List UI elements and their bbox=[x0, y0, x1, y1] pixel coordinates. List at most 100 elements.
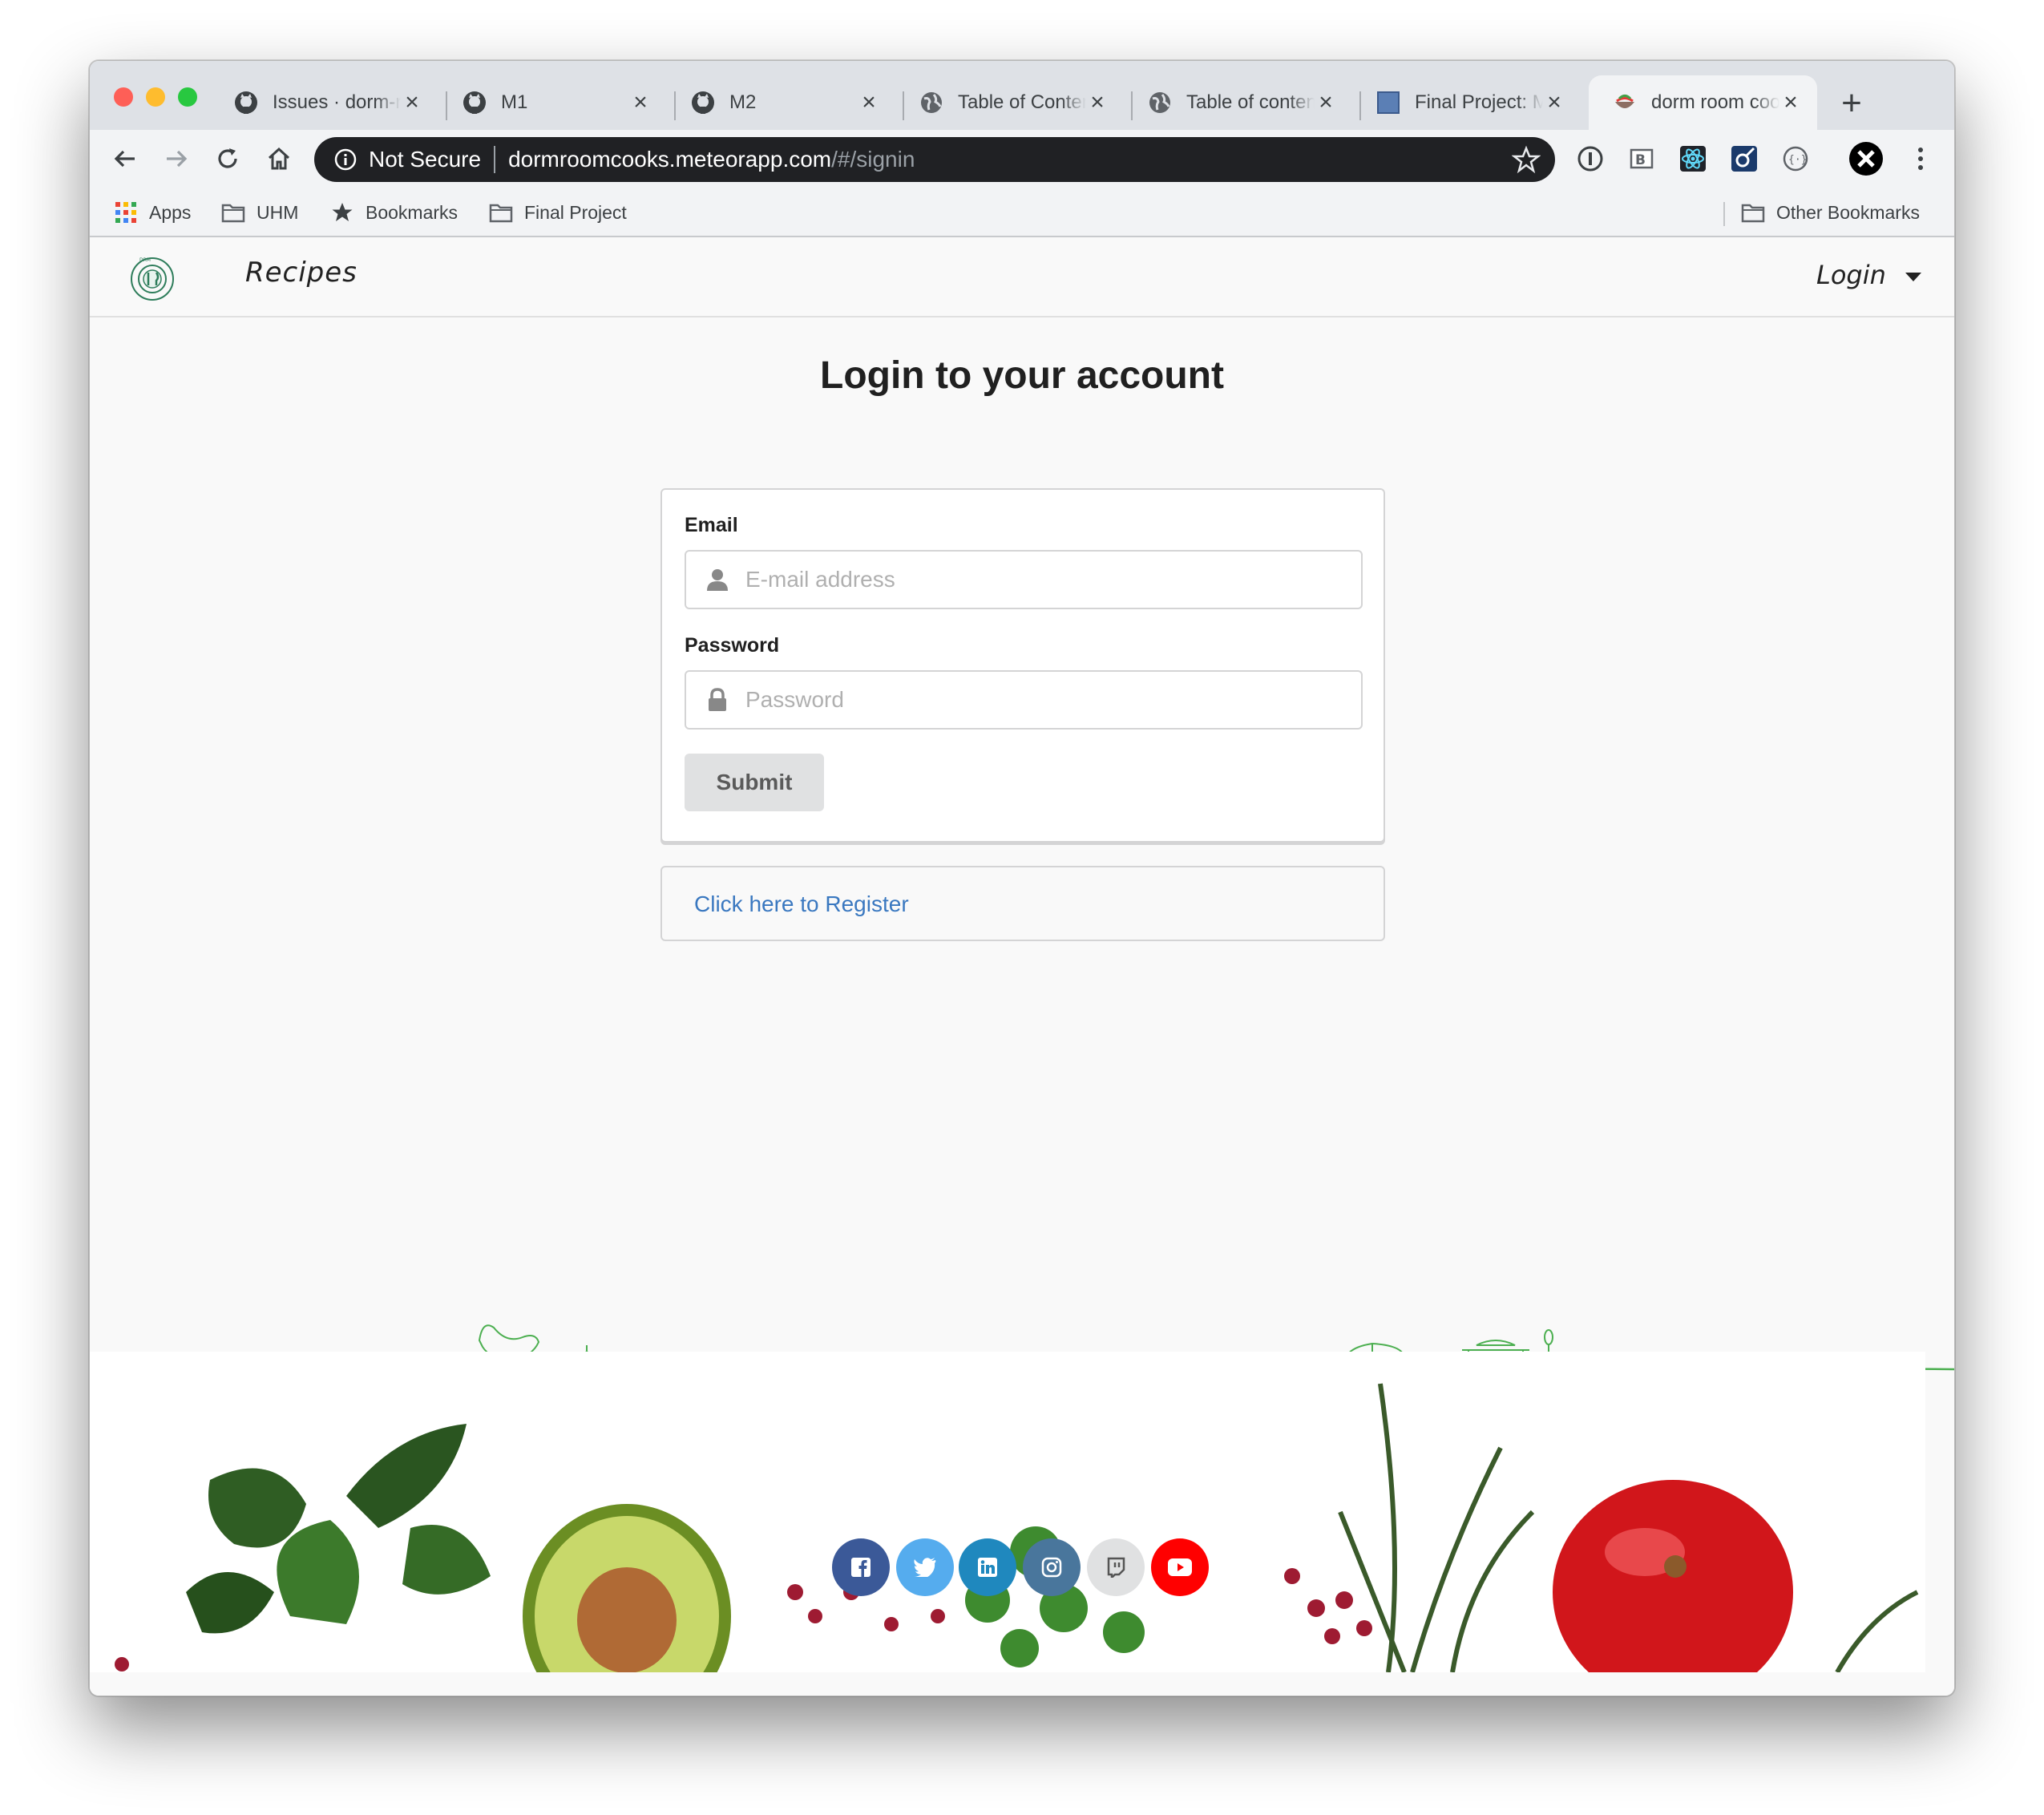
herb-sprig bbox=[1835, 1590, 1919, 1674]
bookmark-label: Other Bookmarks bbox=[1776, 201, 1920, 223]
twitch-button[interactable] bbox=[1087, 1538, 1145, 1596]
avocado bbox=[523, 1504, 731, 1696]
close-window-button[interactable] bbox=[114, 87, 133, 107]
github-icon bbox=[691, 91, 715, 115]
password-field-wrapper[interactable] bbox=[685, 670, 1363, 730]
bookmark-apps[interactable]: Apps bbox=[114, 199, 191, 226]
tab-table-of-contents[interactable]: Table of Contents × bbox=[895, 75, 1124, 130]
url-path: /#/signin bbox=[831, 147, 915, 172]
address-bar[interactable]: Not Secure dormroomcooks.meteorapp.com/#… bbox=[314, 137, 1555, 182]
url-host: dormroomcooks.meteorapp.com bbox=[508, 147, 832, 172]
footer-bottom-bar bbox=[90, 1672, 1954, 1696]
tab-title: Table of contents bbox=[1186, 91, 1315, 113]
site-logo[interactable]: DRM bbox=[127, 253, 178, 305]
tab-table-of-contents-2[interactable]: Table of contents × bbox=[1124, 75, 1352, 130]
instagram-icon bbox=[1041, 1557, 1062, 1578]
twitter-button[interactable] bbox=[896, 1538, 954, 1596]
info-icon[interactable] bbox=[332, 146, 359, 173]
tomato bbox=[1553, 1480, 1793, 1696]
tab-close-icon[interactable]: × bbox=[1085, 91, 1109, 115]
folder-icon bbox=[1741, 201, 1765, 224]
bookmarks-divider bbox=[1723, 202, 1725, 226]
new-tab-button[interactable]: + bbox=[1836, 86, 1868, 121]
bookmark-final-project[interactable]: Final Project bbox=[489, 199, 627, 226]
meteor-devtools-icon[interactable] bbox=[1730, 144, 1759, 173]
tab-close-icon[interactable]: × bbox=[628, 91, 652, 115]
browser-toolbar: Not Secure dormroomcooks.meteorapp.com/#… bbox=[90, 130, 1954, 188]
lock-icon bbox=[704, 686, 731, 713]
json-viewer-icon[interactable]: {·} bbox=[1781, 144, 1810, 173]
youtube-button[interactable] bbox=[1151, 1538, 1209, 1596]
home-button[interactable] bbox=[261, 141, 297, 176]
home-icon bbox=[268, 147, 290, 170]
globe-icon bbox=[919, 91, 943, 115]
svg-text:B: B bbox=[1635, 152, 1646, 168]
facebook-icon bbox=[851, 1558, 871, 1577]
react-devtools-icon[interactable] bbox=[1678, 144, 1707, 173]
caret-down-icon[interactable] bbox=[1905, 273, 1921, 281]
bookmark-uhm[interactable]: UHM bbox=[221, 199, 298, 226]
zoom-window-button[interactable] bbox=[178, 87, 197, 107]
bookmark-label: Apps bbox=[149, 201, 192, 223]
twitter-icon bbox=[914, 1558, 936, 1577]
password-label: Password bbox=[685, 634, 780, 657]
nav-recipes-link[interactable]: Recipes bbox=[245, 257, 357, 289]
tab-m1[interactable]: M1 × bbox=[438, 75, 667, 130]
minimize-window-button[interactable] bbox=[146, 87, 165, 107]
bookmark-label: UHM bbox=[257, 201, 299, 223]
onepassword-extension-icon[interactable] bbox=[1576, 144, 1605, 173]
tab-strip: Issues · dorm-room-cooks × M1 × M2 × Tab… bbox=[90, 61, 1954, 130]
email-field[interactable] bbox=[745, 567, 1355, 592]
bootstrap-extension-icon[interactable]: B bbox=[1627, 144, 1656, 173]
bookmark-bookmarks[interactable]: Bookmarks bbox=[330, 199, 458, 226]
arrow-left-icon bbox=[114, 150, 135, 168]
tab-title: dorm room cooks bbox=[1651, 91, 1779, 113]
linkedin-icon bbox=[978, 1558, 997, 1577]
bookmarks-bar: Apps UHM Bookmarks Final Project Other B… bbox=[90, 188, 1954, 237]
youtube-icon bbox=[1168, 1558, 1192, 1576]
register-link[interactable]: Click here to Register bbox=[694, 891, 909, 917]
close-circle-extension-icon[interactable] bbox=[1848, 141, 1884, 176]
web-page: DRM Recipes Login Login to your account … bbox=[90, 237, 1954, 1696]
bookmark-star-icon[interactable] bbox=[1511, 145, 1541, 174]
tab-issues[interactable]: Issues · dorm-room-cooks × bbox=[210, 75, 438, 130]
reload-icon bbox=[218, 148, 237, 168]
register-message: Click here to Register bbox=[660, 866, 1385, 941]
tab-close-icon[interactable]: × bbox=[1542, 91, 1566, 115]
folder-icon bbox=[221, 201, 245, 224]
bookmark-label: Final Project bbox=[524, 201, 627, 223]
tab-m2[interactable]: M2 × bbox=[667, 75, 895, 130]
nav-login-dropdown[interactable]: Login bbox=[1816, 260, 1886, 290]
tab-close-icon[interactable]: × bbox=[857, 91, 881, 115]
bowl-icon bbox=[1613, 91, 1637, 115]
github-icon bbox=[234, 91, 258, 115]
instagram-button[interactable] bbox=[1023, 1538, 1081, 1596]
browser-window: Issues · dorm-room-cooks × M1 × M2 × Tab… bbox=[89, 60, 1955, 1696]
page-title: Login to your account bbox=[820, 354, 1224, 397]
facebook-button[interactable] bbox=[832, 1538, 890, 1596]
site-navbar: DRM Recipes Login bbox=[90, 237, 1954, 317]
tab-dorm-room-cooks[interactable]: dorm room cooks × bbox=[1589, 75, 1817, 130]
linkedin-button[interactable] bbox=[959, 1538, 1016, 1596]
tab-close-icon[interactable]: × bbox=[400, 91, 424, 115]
basil-leaves bbox=[186, 1424, 491, 1634]
forward-button[interactable] bbox=[159, 141, 194, 176]
tab-final-project[interactable]: Final Project: M × bbox=[1352, 75, 1581, 130]
tab-close-icon[interactable]: × bbox=[1779, 91, 1803, 115]
doc-icon bbox=[1376, 91, 1400, 115]
login-form: Email Password Submit bbox=[660, 488, 1385, 843]
star-icon bbox=[330, 201, 354, 224]
not-secure-label: Not Secure bbox=[369, 147, 482, 172]
email-field-wrapper[interactable] bbox=[685, 550, 1363, 609]
github-icon bbox=[463, 91, 487, 115]
back-button[interactable] bbox=[107, 141, 143, 176]
submit-button[interactable]: Submit bbox=[685, 754, 824, 811]
svg-text:{·}: {·} bbox=[1788, 154, 1807, 166]
reload-button[interactable] bbox=[210, 141, 245, 176]
bookmark-other-bookmarks[interactable]: Other Bookmarks bbox=[1741, 199, 1920, 226]
kebab-menu-icon[interactable] bbox=[1906, 144, 1935, 173]
password-field[interactable] bbox=[745, 687, 1355, 713]
tab-title: Final Project: M bbox=[1415, 91, 1543, 113]
tab-title: Issues · dorm-room-cooks bbox=[273, 91, 401, 113]
tab-close-icon[interactable]: × bbox=[1314, 91, 1338, 115]
